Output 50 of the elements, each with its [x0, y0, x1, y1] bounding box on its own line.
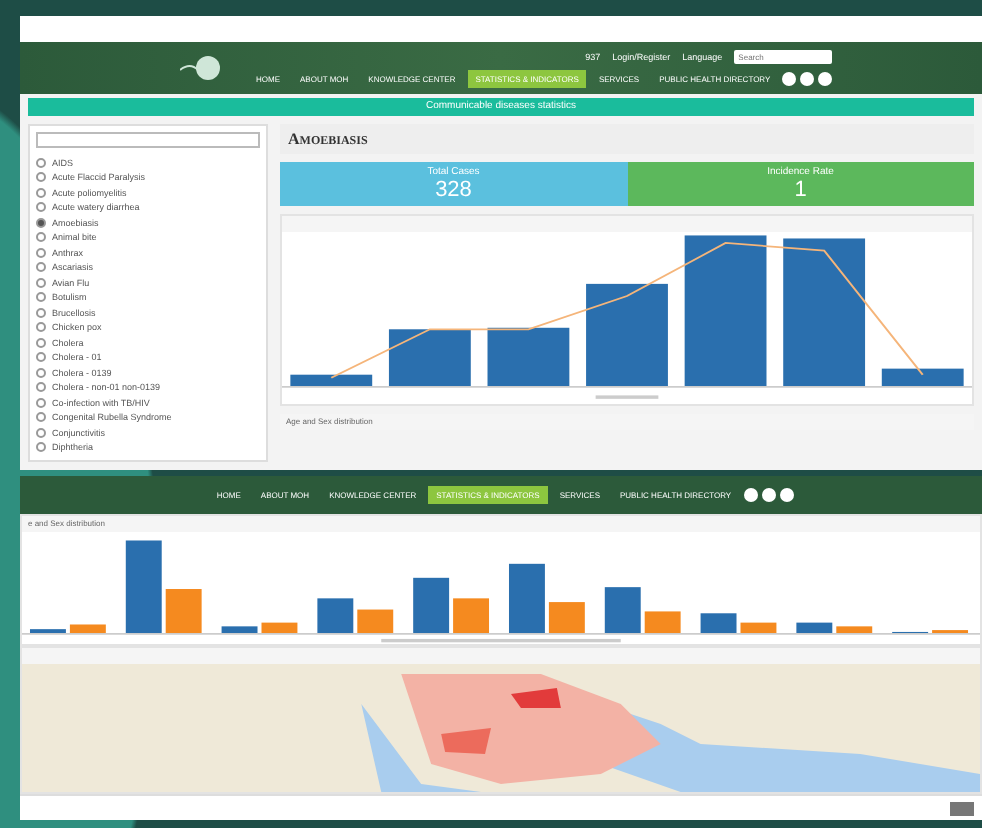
logo-icon — [180, 54, 220, 82]
chart-bar — [644, 612, 681, 635]
chart-bar — [30, 629, 66, 635]
chart-bar — [317, 599, 354, 635]
chart-bar — [388, 329, 471, 387]
chart-bar — [548, 602, 585, 635]
filter-field[interactable] — [36, 132, 260, 148]
disease-title: Amoebiasis — [280, 124, 974, 154]
chart-bar — [700, 614, 737, 635]
chart-bar — [221, 627, 258, 635]
radio-button[interactable] — [36, 322, 46, 333]
radio-button[interactable] — [36, 217, 46, 228]
radio-button[interactable] — [36, 442, 46, 453]
chart-bar — [932, 630, 969, 635]
radio-button[interactable] — [36, 202, 46, 213]
chart-bar — [290, 374, 373, 387]
radio-button[interactable] — [36, 187, 46, 198]
radio-button[interactable] — [36, 292, 46, 303]
radio-button[interactable] — [36, 367, 46, 378]
chart-bar — [586, 283, 668, 387]
chart-bar — [740, 623, 777, 635]
chart-bar — [357, 610, 394, 635]
radio-button[interactable] — [36, 157, 46, 168]
chart-bar — [261, 623, 298, 635]
radio-button[interactable] — [36, 247, 46, 258]
chart-bar — [413, 578, 450, 635]
chart-bar — [125, 541, 162, 635]
stat-value: 328 — [435, 178, 472, 202]
radio-button[interactable] — [36, 352, 46, 363]
chart-bar — [796, 623, 833, 635]
chart-bar — [165, 589, 202, 635]
chart-bar — [604, 587, 641, 635]
stat-value: 1 — [794, 178, 807, 202]
footer-button[interactable] — [950, 801, 974, 816]
chart-bar — [453, 599, 490, 635]
chart-bar — [509, 564, 545, 635]
radio-button[interactable] — [36, 412, 46, 423]
radio-button[interactable] — [36, 382, 46, 393]
radio-button[interactable] — [36, 262, 46, 273]
radio-button[interactable] — [36, 307, 46, 318]
radio-button[interactable] — [36, 277, 46, 288]
chart-bar — [69, 625, 106, 635]
chart-bar — [881, 368, 964, 387]
radio-button[interactable] — [36, 232, 46, 243]
radio-button[interactable] — [36, 337, 46, 348]
radio-button[interactable] — [36, 172, 46, 183]
radio-button[interactable] — [36, 397, 46, 408]
radio-button[interactable] — [36, 427, 46, 438]
chart-bar — [836, 627, 873, 635]
chart-bar — [487, 327, 570, 387]
